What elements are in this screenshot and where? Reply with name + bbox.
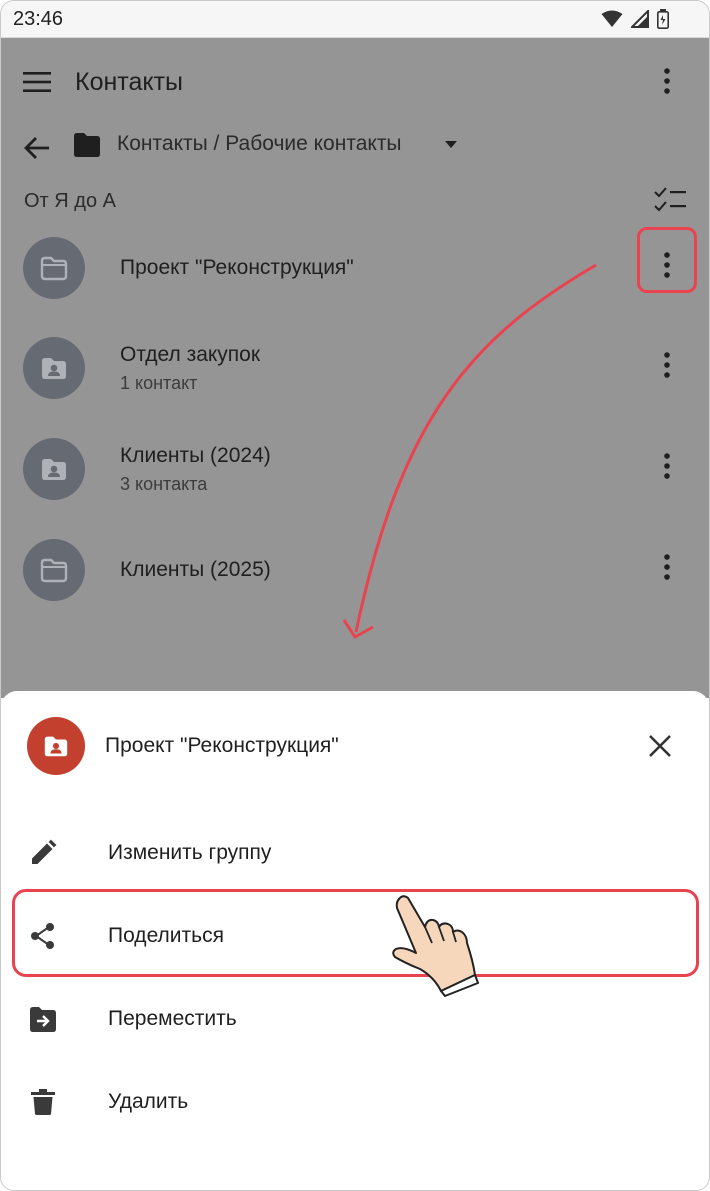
menu-label: Изменить группу <box>108 841 272 864</box>
menu-label: Переместить <box>108 1007 237 1030</box>
annotation-arrow-icon <box>342 263 597 639</box>
menu-item-delete[interactable]: Удалить <box>1 1061 709 1143</box>
contacts-screen: Контакты Контакты / Рабочие контакты От … <box>1 38 709 698</box>
status-time: 23:46 <box>13 8 64 30</box>
menu-label: Удалить <box>108 1090 189 1113</box>
contact-folder-icon <box>44 736 68 757</box>
highlight-share-item <box>12 889 699 977</box>
wifi-icon <box>601 10 623 27</box>
battery-icon <box>657 9 669 29</box>
menu-item-move[interactable]: Переместить <box>1 978 709 1060</box>
avatar <box>27 717 85 775</box>
menu-item-edit-group[interactable]: Изменить группу <box>1 812 709 894</box>
sheet-title: Проект "Реконструкция" <box>105 734 339 757</box>
close-icon[interactable] <box>647 733 673 759</box>
pencil-icon <box>32 839 57 864</box>
pointing-hand-icon <box>392 895 479 997</box>
phone-screen: 23:46 Контакты Контакты / Рабочие контак… <box>0 0 710 1191</box>
status-icons <box>601 9 669 29</box>
bottom-sheet: Проект "Реконструкция" Изменить группу П… <box>1 691 709 1190</box>
move-to-folder-icon <box>30 1007 56 1032</box>
signal-icon <box>631 10 649 28</box>
status-bar: 23:46 <box>1 1 709 38</box>
trash-icon <box>31 1089 55 1115</box>
